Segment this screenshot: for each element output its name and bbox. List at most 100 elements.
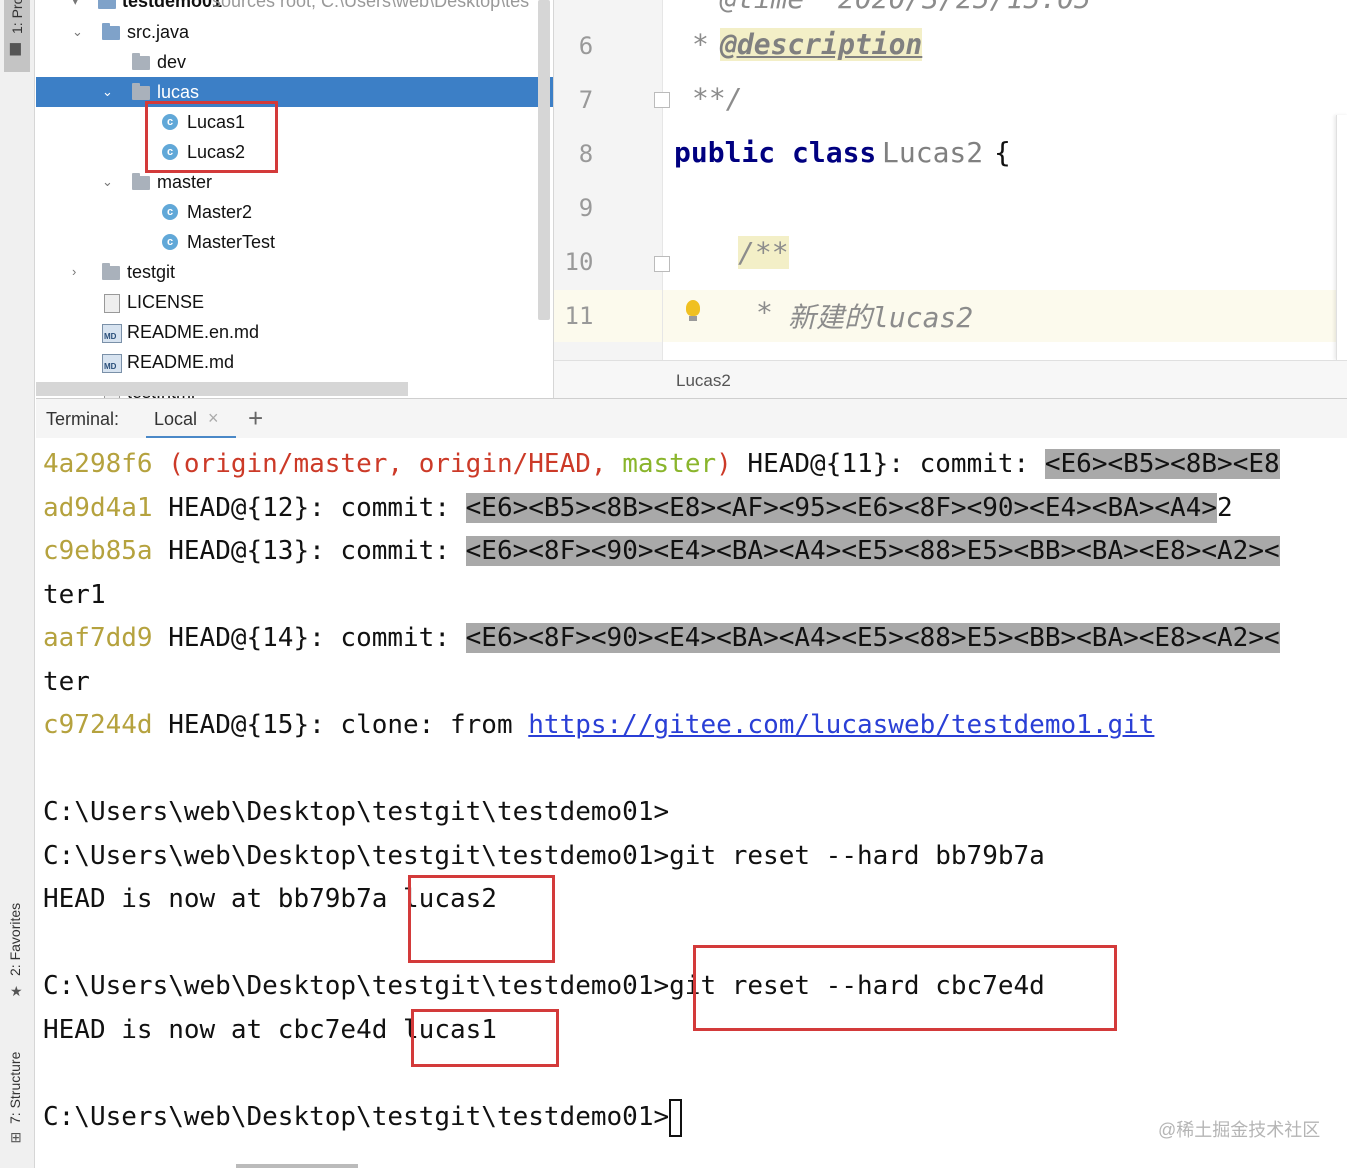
ref-paren: ) (716, 449, 732, 479)
terminal-line: ter1 (43, 580, 106, 610)
tree-row-readme[interactable]: MD README.md (36, 347, 553, 377)
star-icon: ★ (10, 983, 23, 999)
add-tab-icon[interactable]: + (248, 403, 263, 434)
commit-hash: aaf7dd9 (43, 623, 153, 653)
structure-tool-button[interactable]: 7: Structure ⊞ (4, 1020, 30, 1150)
tree-item-label: MasterTest (187, 232, 276, 252)
ref-master: master (622, 449, 717, 479)
doc-comment-start: /** (738, 236, 789, 269)
project-tool-label: 1: Project (9, 0, 25, 34)
reflog-entry: HEAD@{15}: clone: from (152, 710, 529, 740)
chevron-right-icon[interactable]: › (72, 257, 86, 287)
repo-url-link[interactable]: https://gitee.com/lucasweb/testdemo1.git (528, 710, 1154, 740)
terminal-horizontal-scrollbar[interactable] (236, 1164, 358, 1168)
editor-hint-strip (1336, 115, 1347, 360)
tree-row-lucas[interactable]: ⌄ lucas (36, 77, 553, 107)
lightbulb-icon[interactable] (686, 300, 700, 316)
text-file-icon (104, 294, 120, 313)
tree-vertical-scrollbar[interactable] (538, 0, 550, 320)
code-fragment-line5: @time 2020/3/25/15:05 (720, 0, 1091, 15)
encoded-message: <E6><B5><8B><E8><AF><95><E6><8F><90><E4>… (465, 493, 1218, 523)
tab-local-label: Local (154, 409, 198, 429)
close-icon[interactable]: × (208, 408, 219, 429)
annotation-box-reset-command (693, 945, 1117, 1031)
tree-horizontal-scrollbar[interactable] (36, 382, 408, 396)
ref-origin-head: origin/HEAD (418, 449, 591, 479)
folder-icon (132, 83, 150, 100)
gutter-divider (662, 0, 663, 360)
terminal-line: aaf7dd9 HEAD@{14}: commit: <E6><8F><90><… (43, 618, 1280, 658)
tool-window-strip: 1: Project ▆ 2: Favorites ★ 7: Structure… (0, 0, 35, 1168)
project-tool-button[interactable]: 1: Project ▆ (4, 0, 30, 72)
fold-end-icon[interactable] (654, 92, 670, 108)
breadcrumb-item[interactable]: Lucas2 (676, 371, 731, 391)
editor-breadcrumb[interactable]: Lucas2 (554, 360, 1347, 398)
tree-root-detail: sources root, C:\Users\web\Desktop\tes (212, 0, 530, 11)
commit-hash: c97244d (43, 710, 153, 740)
terminal-prompt: C:\Users\web\Desktop\testgit\testdemo01> (43, 1102, 670, 1132)
tree-item-label: Master2 (187, 202, 253, 222)
commit-hash: ad9d4a1 (43, 493, 153, 523)
annotation-box-lucas-classes (145, 101, 278, 173)
reflog-entry: HEAD@{13}: commit: (152, 536, 466, 566)
tree-row-root[interactable]: ▾ testdemo01 sources root, C:\Users\web\… (36, 0, 553, 16)
terminal-tab-bar: Terminal: Local × + (36, 398, 1347, 440)
tree-row-master[interactable]: ⌄ master (36, 167, 553, 197)
terminal-output[interactable]: 4a298f6 (origin/master, origin/HEAD, mas… (36, 438, 1347, 1168)
chevron-down-icon[interactable]: ⌄ (72, 17, 86, 47)
terminal-prompt-line[interactable]: C:\Users\web\Desktop\testgit\testdemo01> (43, 1097, 683, 1137)
terminal-line: ad9d4a1 HEAD@{12}: commit: <E6><B5><8B><… (43, 488, 1233, 528)
line-number: 8 (578, 140, 594, 168)
tree-row-lucas1[interactable]: c Lucas1 (36, 107, 553, 137)
encoded-message: <E6><8F><90><E4><BA><A4><E5><88>E5><BB><… (465, 623, 1280, 653)
tree-row-readme-en[interactable]: MD README.en.md (36, 317, 553, 347)
annotation-box-lucas2 (408, 875, 555, 963)
tree-row-mastertest[interactable]: c MasterTest (36, 227, 553, 257)
chevron-down-icon[interactable]: ▾ (72, 0, 86, 16)
open-brace: { (994, 136, 1011, 169)
doc-star: * (756, 296, 773, 329)
line-number: 7 (578, 86, 594, 114)
fold-start-icon[interactable] (654, 256, 670, 272)
line-number: 6 (578, 32, 594, 60)
tree-item-label: dev (157, 52, 187, 72)
folder-icon: ▆ (10, 39, 21, 55)
module-folder-icon (98, 0, 116, 9)
tree-row-lucas2[interactable]: c Lucas2 (36, 137, 553, 167)
terminal-line: c9eb85a HEAD@{13}: commit: <E6><8F><90><… (43, 531, 1280, 571)
favorites-tool-button[interactable]: 2: Favorites ★ (4, 880, 30, 1010)
ref-separator: , (387, 449, 419, 479)
tree-row-testgit[interactable]: › testgit (36, 257, 553, 287)
tree-item-label: LICENSE (127, 292, 205, 312)
markdown-file-icon: MD (102, 354, 122, 373)
folder-icon (132, 53, 150, 70)
tree-row-master2[interactable]: c Master2 (36, 197, 553, 227)
structure-icon: ⊞ (10, 1129, 22, 1145)
doc-tag-description: @description (720, 28, 923, 61)
tree-root-label: testdemo01 (122, 0, 223, 11)
terminal-line: 4a298f6 (origin/master, origin/HEAD, mas… (43, 444, 1280, 484)
ref-origin-master: origin/master (183, 449, 388, 479)
tree-item-label: src.java (127, 22, 190, 42)
watermark: @稀土掘金技术社区 (1158, 1120, 1321, 1140)
encoded-message: <E6><B5><8B><E8 (1044, 449, 1280, 479)
code-editor[interactable]: @time 2020/3/25/15:05 6 7 8 9 10 11 * @d… (553, 0, 1347, 398)
source-folder-icon (102, 23, 120, 40)
doc-text-new-lucas2: 新建的lucas2 (788, 301, 974, 334)
chevron-down-icon[interactable]: ⌄ (102, 77, 116, 107)
line-number: 10 (564, 248, 594, 276)
tree-row-license[interactable]: LICENSE (36, 287, 553, 317)
tree-item-label: README.en.md (127, 322, 260, 342)
tree-row-src-java[interactable]: ⌄ src.java (36, 17, 553, 47)
tree-item-label: README.md (127, 352, 235, 372)
project-tree-panel: ▾ testdemo01 sources root, C:\Users\web\… (36, 0, 553, 398)
markdown-file-icon: MD (102, 324, 122, 343)
commit-hash: c9eb85a (43, 536, 153, 566)
line-number: 11 (564, 302, 594, 330)
message-suffix: 2 (1217, 493, 1233, 523)
chevron-down-icon[interactable]: ⌄ (102, 167, 116, 197)
tree-row-dev[interactable]: dev (36, 47, 553, 77)
terminal-line: C:\Users\web\Desktop\testgit\testdemo01>… (43, 841, 1045, 871)
doc-comment-end: **/ (692, 82, 743, 115)
tab-local[interactable]: Local × (146, 399, 236, 439)
